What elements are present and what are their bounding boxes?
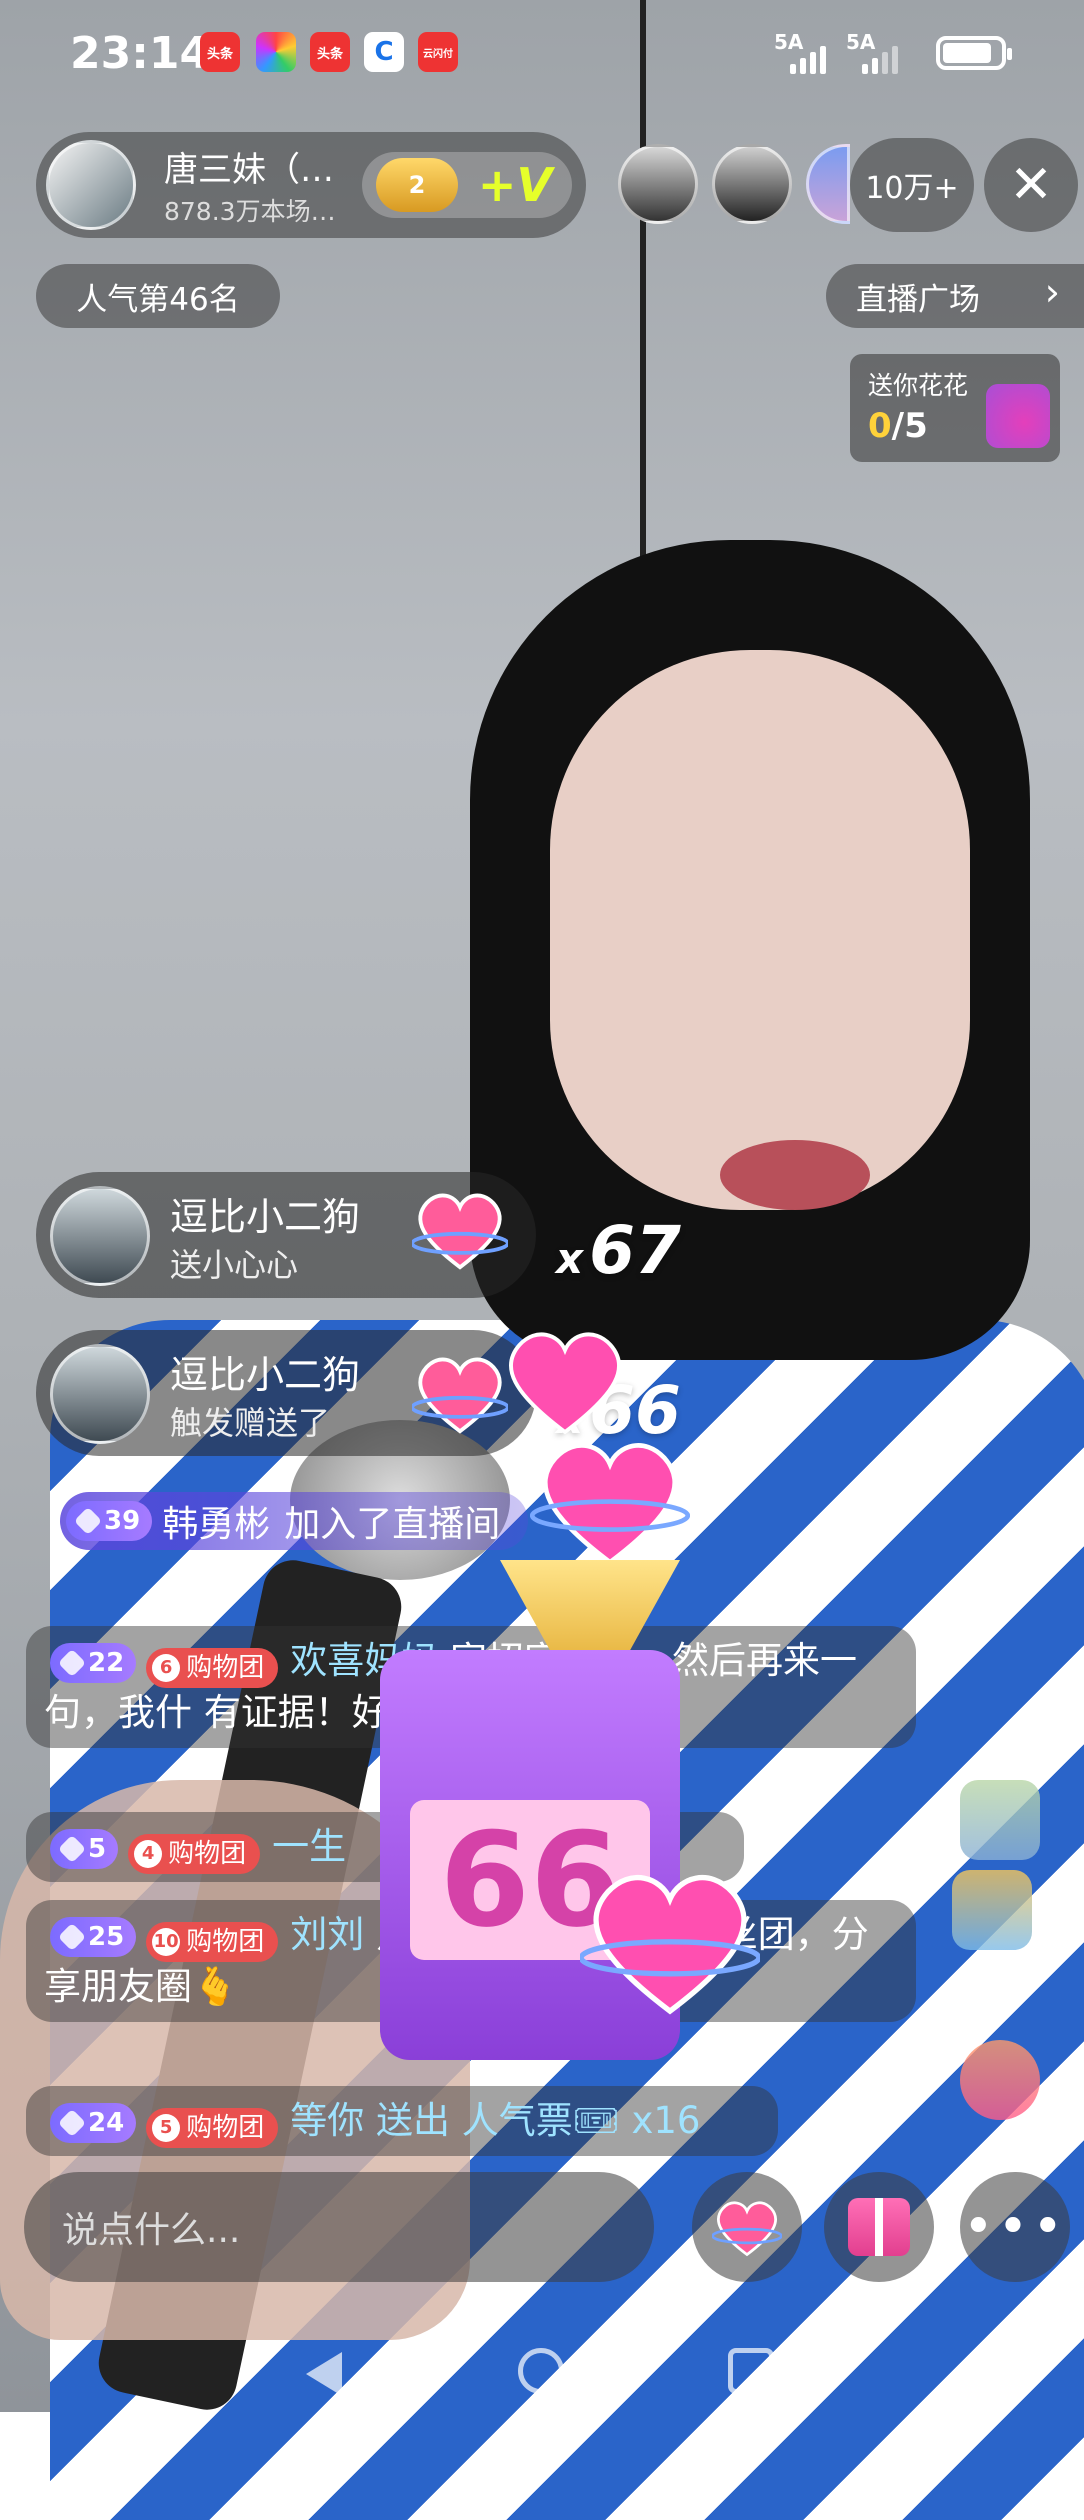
app-c-icon: C [364,32,404,72]
host-subtitle: 878.3万本场… [164,197,336,226]
flower-progress: 0/5 [868,406,928,446]
photos-icon [256,32,296,72]
host-avatar[interactable] [46,140,136,230]
flower-current: 0 [868,406,892,446]
chat-message[interactable]: 24 5 购物团 等你 送出 人气票🎟 x16 [26,2086,778,2156]
fan-group-badge: 4 购物团 [128,1834,261,1874]
user-level-badge: 24 [50,2103,137,2143]
back-icon[interactable] [306,2352,342,2396]
user-level-badge: 5 [50,1829,119,1869]
status-bar: 23:14 头条 头条 C 云闪付 5A 5A [0,0,1084,108]
chat-user[interactable]: 刘刘 [290,1913,364,1956]
gift-sender-avatar[interactable] [50,1186,150,1286]
cloud-pay-icon: 云闪付 [418,32,458,72]
signal-1-icon [790,46,826,74]
host-name: 唐三妹（… [164,150,334,190]
gift-icon [848,2198,910,2256]
gift-sender-name: 逗比小二狗 [170,1195,361,1239]
flower-title: 送你花花 [868,371,969,400]
signal-2-icon [862,46,898,74]
comment-input[interactable]: 说点什么... [24,2172,654,2282]
fan-club-badge[interactable]: 2 +V [362,152,572,218]
gem-icon [57,1648,87,1678]
join-user[interactable]: 韩勇彬 [162,1495,270,1547]
gift-combo-animation: 66 [380,1320,800,2080]
streamer-face [550,650,970,1210]
fan-group-badge: 10 购物团 [146,1922,279,1962]
flower-icon [986,384,1050,448]
user-level-badge: 22 [50,1643,137,1683]
toutiao-icon: 头条 [200,32,240,72]
home-icon[interactable] [518,2348,564,2394]
gift-sender-avatar[interactable] [50,1344,150,1444]
heart-gift-icon [412,1193,508,1270]
chevron-right-icon: › [1044,270,1060,314]
live-square-label: 直播广场 [856,281,980,318]
chat-user[interactable]: 一生 [272,1825,346,1868]
close-button[interactable]: ✕ [984,138,1078,232]
fan-group-badge: 6 购物团 [146,1648,279,1688]
viewer-avatar-1[interactable] [618,144,698,224]
battery-icon [936,36,1012,70]
gem-icon [57,1834,87,1864]
gift-button[interactable] [824,2172,934,2282]
gem-icon [73,1506,103,1536]
recents-icon[interactable] [728,2348,774,2394]
close-icon: ✕ [1009,155,1053,215]
system-nav-bar [0,2330,1084,2412]
more-icon: ••• [962,2197,1067,2257]
plus-v-icon: +V [477,158,553,212]
toutiao-icon: 头条 [310,32,350,72]
gift-sender-name: 逗比小二狗 [170,1353,361,1397]
viewer-avatar-2[interactable] [712,144,792,224]
side-activity-icon[interactable] [952,1870,1032,1950]
heart-icon [509,1332,621,1435]
side-activity-icon[interactable] [960,1780,1040,1860]
viewer-count[interactable]: 10万+ [850,138,974,232]
popularity-rank-pill[interactable]: 人气第46名 [36,264,280,328]
heart-icon [530,1443,690,1566]
clock: 23:14 [70,28,211,79]
gem-icon [57,1922,87,1952]
like-button[interactable] [692,2172,802,2282]
gift-action: 触发赠送了 [170,1404,331,1442]
gift-combo-count-1: x67 [556,1212,681,1289]
gem-icon [57,2108,87,2138]
live-square-button[interactable]: 直播广场 › [826,264,1084,328]
user-level-badge: 25 [50,1917,137,1957]
flower-total: /5 [891,406,928,446]
heart-icon [712,2201,782,2257]
heart-icon [580,1874,760,2015]
chat-user[interactable]: 等你 [290,2099,364,2142]
streamer-mouth [720,1140,870,1210]
flower-task-card[interactable]: 送你花花 0/5 [850,354,1060,462]
more-button[interactable]: ••• [960,2172,1070,2282]
host-info-pill[interactable]: 唐三妹（… 878.3万本场… 2 +V [36,132,586,238]
fan-level-heart-icon: 2 [376,158,458,212]
user-level-badge: 39 [66,1501,153,1541]
fan-group-badge: 5 购物团 [146,2108,279,2148]
chat-text: 送出 人气票🎟 x16 [364,2099,701,2142]
side-activity-icon[interactable] [960,2040,1040,2120]
gift-action: 送小心心 [170,1246,299,1284]
